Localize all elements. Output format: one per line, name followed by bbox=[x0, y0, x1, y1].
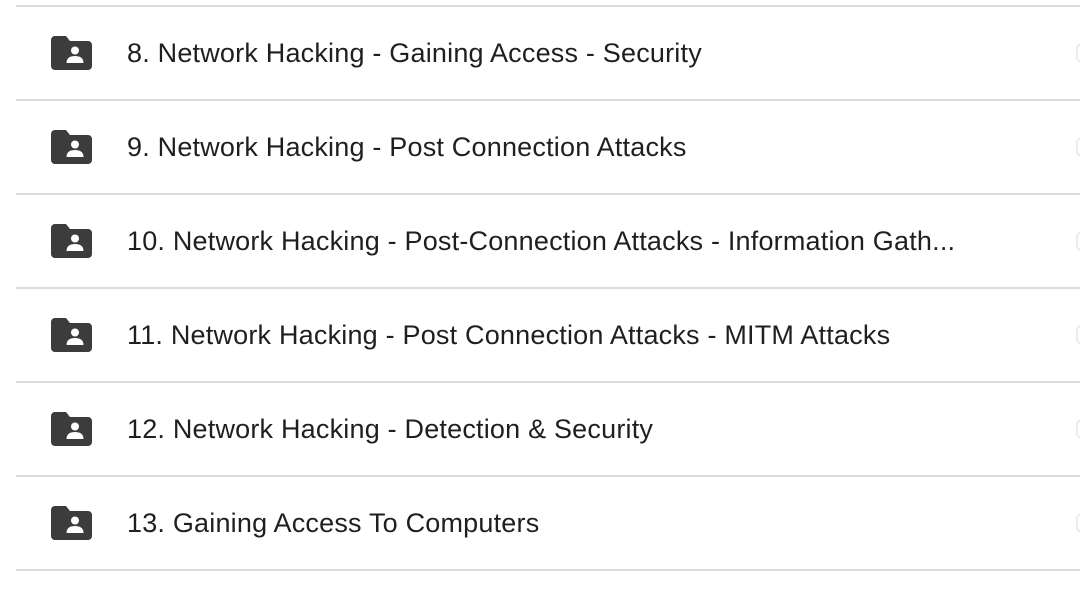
folder-row[interactable]: 13. Gaining Access To Computers bbox=[0, 477, 1080, 569]
folder-row[interactable]: 12. Network Hacking - Detection & Securi… bbox=[0, 383, 1080, 475]
row-action-edge[interactable] bbox=[1076, 419, 1080, 439]
shared-folder-icon bbox=[51, 130, 92, 164]
folder-name: 8. Network Hacking - Gaining Access - Se… bbox=[127, 38, 702, 68]
row-action-edge[interactable] bbox=[1076, 513, 1080, 533]
shared-folder-icon bbox=[51, 506, 92, 540]
folder-name: 13. Gaining Access To Computers bbox=[127, 508, 540, 538]
shared-folder-icon bbox=[51, 412, 92, 446]
folder-row[interactable]: 11. Network Hacking - Post Connection At… bbox=[0, 289, 1080, 381]
folder-list: 8. Network Hacking - Gaining Access - Se… bbox=[0, 0, 1080, 592]
row-action-edge[interactable] bbox=[1076, 43, 1080, 63]
folder-name: 12. Network Hacking - Detection & Securi… bbox=[127, 414, 654, 444]
folder-row[interactable]: 10. Network Hacking - Post-Connection At… bbox=[0, 195, 1080, 287]
folder-row[interactable]: 9. Network Hacking - Post Connection Att… bbox=[0, 101, 1080, 193]
row-action-edge[interactable] bbox=[1076, 231, 1080, 251]
shared-folder-icon bbox=[51, 36, 92, 70]
shared-folder-icon bbox=[51, 318, 92, 352]
folder-name: 11. Network Hacking - Post Connection At… bbox=[127, 320, 891, 350]
row-divider bbox=[16, 569, 1080, 571]
folder-name: 9. Network Hacking - Post Connection Att… bbox=[127, 132, 687, 162]
folder-name: 10. Network Hacking - Post-Connection At… bbox=[127, 226, 956, 256]
row-action-edge[interactable] bbox=[1076, 325, 1080, 345]
shared-folder-icon bbox=[51, 224, 92, 258]
folder-row[interactable]: 8. Network Hacking - Gaining Access - Se… bbox=[0, 7, 1080, 99]
row-action-edge[interactable] bbox=[1076, 137, 1080, 157]
